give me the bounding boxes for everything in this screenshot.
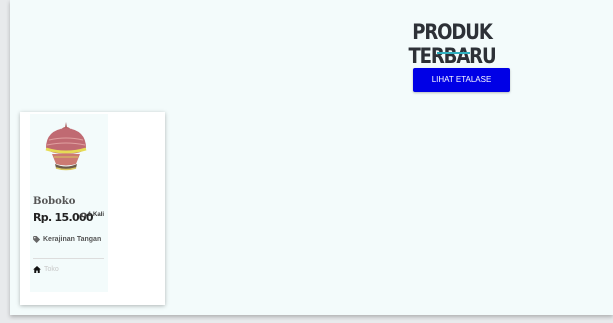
section-title: PRODUK TERBARU bbox=[408, 20, 496, 68]
store-link[interactable]: Toko bbox=[33, 266, 59, 273]
product-name[interactable]: Boboko bbox=[33, 196, 75, 207]
home-icon bbox=[33, 266, 41, 273]
title-underline bbox=[437, 52, 470, 54]
tag-icon bbox=[33, 236, 41, 243]
product-category[interactable]: Kerajinan Tangan bbox=[33, 236, 101, 243]
category-label: Kerajinan Tangan bbox=[43, 236, 102, 243]
view-storefront-button[interactable]: LIHAT ETALASE bbox=[413, 68, 510, 92]
woven-basket-icon[interactable] bbox=[36, 118, 96, 180]
view-count: 1 Kali bbox=[80, 212, 104, 218]
store-link-label: Toko bbox=[44, 266, 59, 273]
eye-icon bbox=[80, 212, 87, 218]
card-divider bbox=[33, 258, 104, 259]
view-count-label: 1 Kali bbox=[88, 212, 105, 218]
